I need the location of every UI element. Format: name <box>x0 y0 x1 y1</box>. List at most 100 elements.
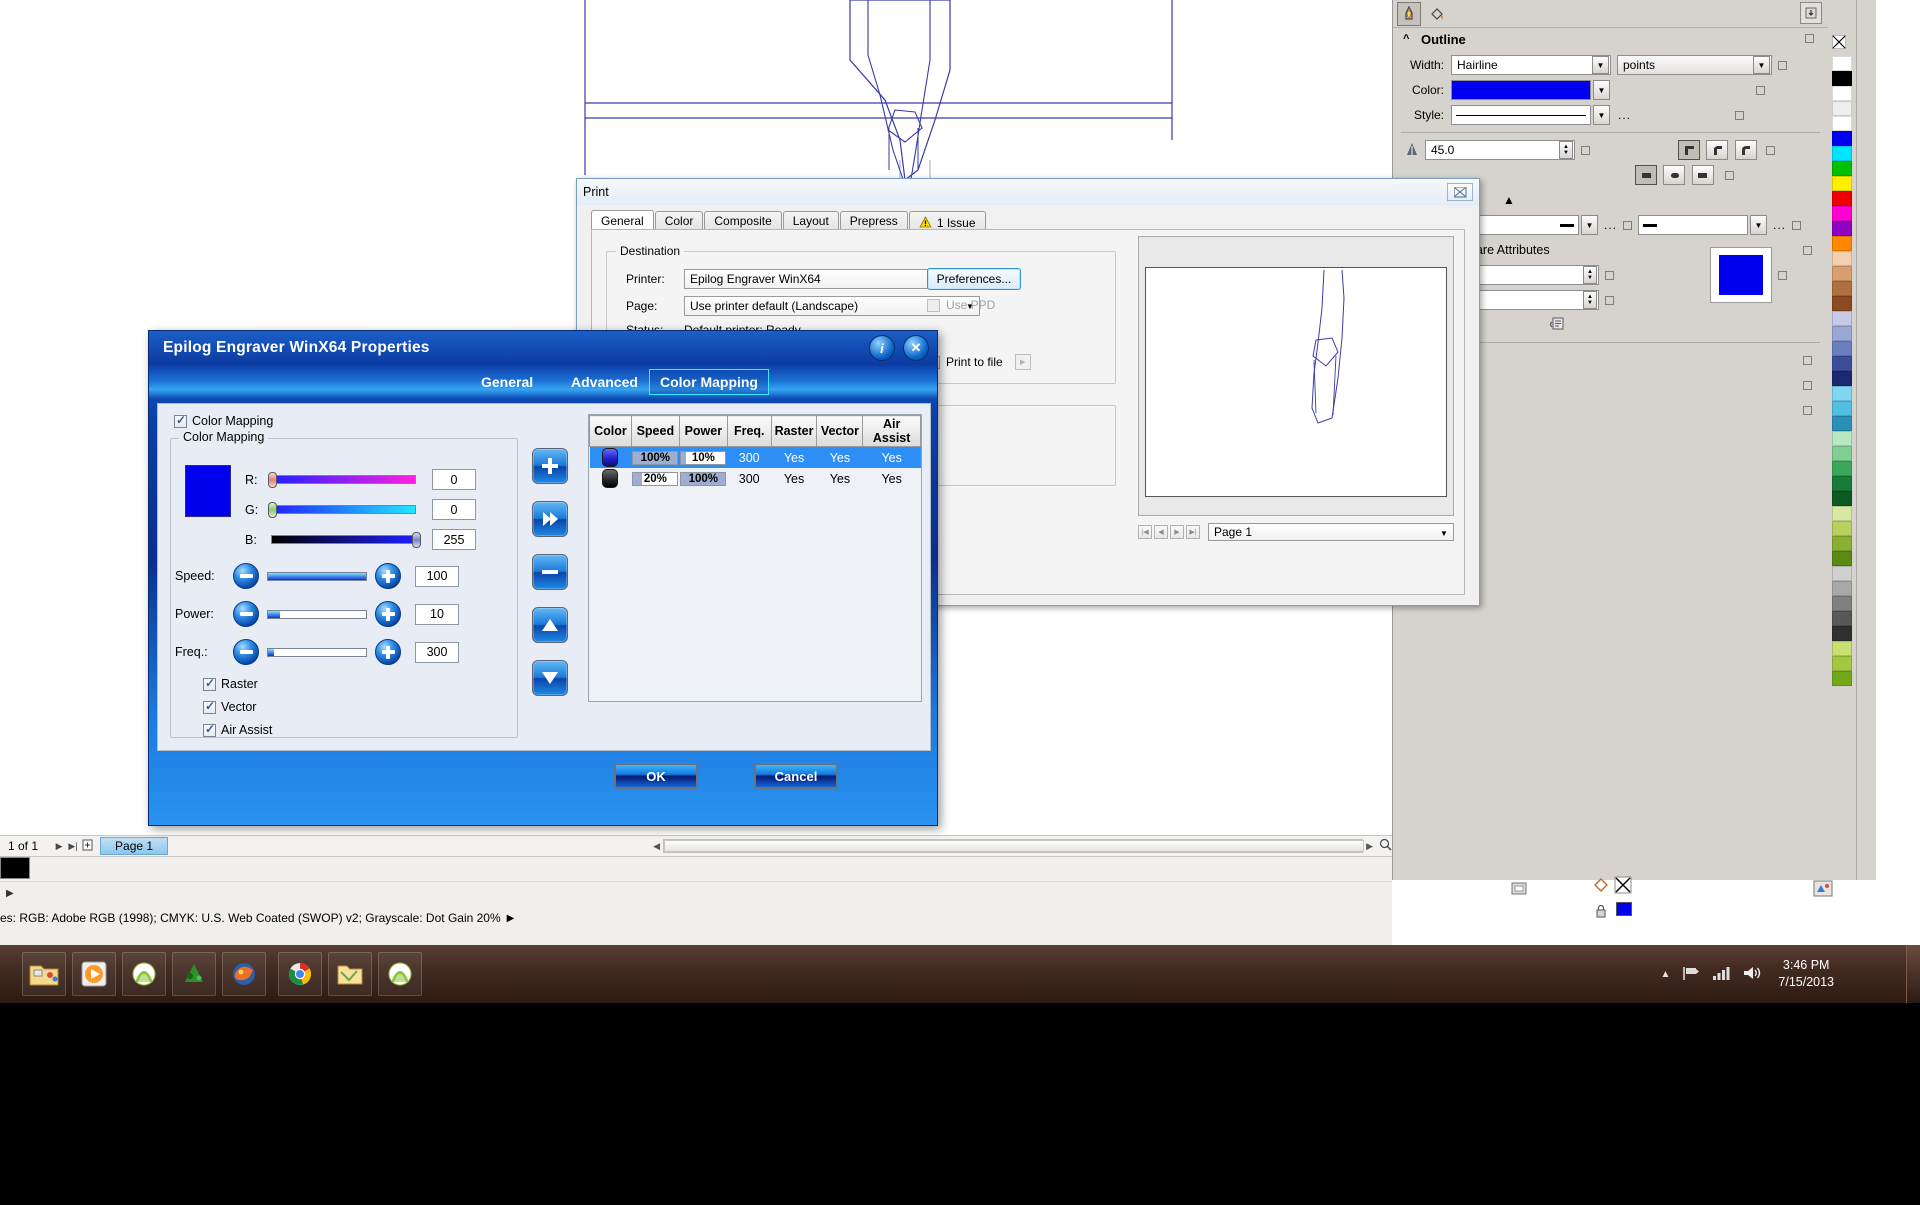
move-up-button[interactable] <box>532 607 568 643</box>
width-tick[interactable] <box>1778 60 1787 70</box>
palette-swatch[interactable] <box>1832 296 1852 311</box>
blue-slider[interactable] <box>271 532 421 548</box>
remove-mapping-button[interactable] <box>532 554 568 590</box>
coreldraw2-icon[interactable] <box>378 952 422 996</box>
green-slider-thumb[interactable] <box>268 502 277 518</box>
palette-swatch[interactable] <box>1832 461 1852 476</box>
th-color[interactable]: Color <box>589 415 632 447</box>
style-tick[interactable] <box>1735 110 1745 120</box>
signal-bars-icon[interactable] <box>1712 965 1730 984</box>
palette-swatch[interactable] <box>1832 566 1852 581</box>
copy-properties-icon[interactable] <box>1547 316 1565 335</box>
palette-swatch[interactable] <box>1832 581 1852 596</box>
table-row[interactable]: 100% 10% 300 Yes Yes Yes <box>589 446 921 468</box>
add-page-icon[interactable] <box>80 839 94 853</box>
raster-checkbox-row[interactable]: Raster <box>203 676 258 691</box>
tab-advanced[interactable]: Advanced <box>561 369 648 395</box>
outline-tick[interactable] <box>1803 405 1812 415</box>
show-desktop-button[interactable] <box>1906 945 1920 1003</box>
apply-all-button[interactable] <box>532 501 568 537</box>
palette-swatch[interactable] <box>1832 86 1852 101</box>
palette-swatch[interactable] <box>1832 56 1852 71</box>
palette-swatch[interactable] <box>1832 671 1852 686</box>
print-to-file-options-icon[interactable]: ▶ <box>1014 354 1031 370</box>
th-raster[interactable]: Raster <box>770 415 818 447</box>
palette-swatch[interactable] <box>1832 491 1852 506</box>
blue-slider-thumb[interactable] <box>412 532 421 548</box>
speed-slider[interactable] <box>267 571 367 581</box>
snap-icon[interactable] <box>1510 880 1528 898</box>
inkscape-icon[interactable] <box>172 952 216 996</box>
use-ppd-checkbox[interactable] <box>927 298 940 312</box>
blue-input[interactable]: 255 <box>432 529 476 550</box>
palette-swatch[interactable] <box>1832 551 1852 566</box>
spinner-icon[interactable]: ▲ ▼ <box>1583 266 1597 284</box>
palette-swatch[interactable] <box>1832 521 1852 536</box>
freq-decrease-button[interactable] <box>233 639 259 665</box>
windows-taskbar[interactable]: ▲ 3:46 PM 7/15/2013 <box>0 945 1920 1003</box>
preferences-button[interactable]: Preferences... <box>927 268 1021 290</box>
palette-swatch[interactable] <box>1832 596 1852 611</box>
horizontal-scrollbar[interactable]: ◀ ▶ <box>653 838 1392 854</box>
zoom-status-icon[interactable] <box>1379 838 1392 854</box>
red-slider-thumb[interactable] <box>268 472 277 488</box>
close-icon[interactable] <box>1447 183 1473 201</box>
start-arrow-select[interactable] <box>1469 215 1579 235</box>
color-profile-expand-icon[interactable]: ▶ <box>507 913 515 924</box>
end-arrow-tick[interactable] <box>1792 220 1802 230</box>
epilog-titlebar[interactable]: Epilog Engraver WinX64 Properties i ✕ <box>149 331 937 365</box>
palette-swatch[interactable] <box>1832 536 1852 551</box>
air-assist-checkbox[interactable] <box>203 722 216 737</box>
corner-round-button[interactable] <box>1734 140 1757 160</box>
power-increase-button[interactable] <box>375 601 401 627</box>
last-page-icon[interactable]: ▶| <box>66 841 80 852</box>
palette-swatch[interactable] <box>1832 476 1852 491</box>
coreldraw-icon[interactable] <box>122 952 166 996</box>
cap-square-button[interactable] <box>1691 165 1714 185</box>
palette-swatch[interactable] <box>1832 446 1852 461</box>
chevron-down-icon[interactable]: ▼ <box>1750 215 1768 235</box>
palette-swatch[interactable] <box>1832 506 1852 521</box>
palette-swatch[interactable] <box>1832 401 1852 416</box>
palette-swatch[interactable] <box>1832 326 1852 341</box>
epilog-tab-bar[interactable]: General Advanced Color Mapping <box>149 365 937 399</box>
cancel-button[interactable]: Cancel <box>754 763 838 789</box>
palette-swatch[interactable] <box>1832 371 1852 386</box>
scale1-tick[interactable] <box>1605 270 1614 280</box>
last-page-icon[interactable]: ▶| <box>1186 525 1200 539</box>
palette-swatch[interactable] <box>1832 416 1852 431</box>
mapped-color-swatch[interactable] <box>185 465 231 517</box>
palette-swatch[interactable] <box>1832 341 1852 356</box>
spinner-icon[interactable]: ▲ ▼ <box>1583 291 1597 309</box>
info-icon[interactable]: i <box>869 335 895 361</box>
chevron-down-icon[interactable]: ▼ <box>1581 215 1598 235</box>
explorer-icon[interactable] <box>22 952 66 996</box>
corel-status-icon[interactable] <box>1812 878 1834 900</box>
miter-limit-input[interactable]: 45.0 ▲ ▼ <box>1425 140 1575 160</box>
style-more-button[interactable]: ... <box>1618 108 1631 122</box>
scale2-tick[interactable] <box>1605 295 1614 305</box>
red-input[interactable]: 0 <box>432 469 476 490</box>
speed-input[interactable]: 100 <box>415 565 459 587</box>
outline-color-swatch[interactable] <box>1451 80 1591 100</box>
firefox-icon[interactable] <box>222 952 266 996</box>
tab-color-mapping[interactable]: Color Mapping <box>649 369 769 395</box>
fill-bucket-icon[interactable] <box>1425 2 1449 26</box>
hscroll-track[interactable] <box>663 839 1365 853</box>
th-freq[interactable]: Freq. <box>726 415 772 447</box>
palette-swatch[interactable] <box>1832 281 1852 296</box>
palette-none-icon[interactable] <box>1831 34 1847 50</box>
palette-swatch[interactable] <box>1832 641 1852 656</box>
scroll-right-icon[interactable]: ▶ <box>1366 841 1373 852</box>
palette-swatch[interactable] <box>1832 626 1852 641</box>
speed-decrease-button[interactable] <box>233 563 259 589</box>
corner-bevel-button[interactable] <box>1706 140 1729 160</box>
palette-swatch[interactable] <box>1832 611 1852 626</box>
canvas-vertical-scrollbar[interactable] <box>1856 0 1876 880</box>
vector-checkbox[interactable] <box>203 699 216 714</box>
th-power[interactable]: Power <box>678 415 728 447</box>
enable-color-mapping-checkbox[interactable] <box>174 413 187 428</box>
object-tick[interactable] <box>1803 380 1812 390</box>
use-ppd-row[interactable]: Use PPD <box>927 298 995 312</box>
palette-swatch[interactable] <box>1832 131 1852 146</box>
